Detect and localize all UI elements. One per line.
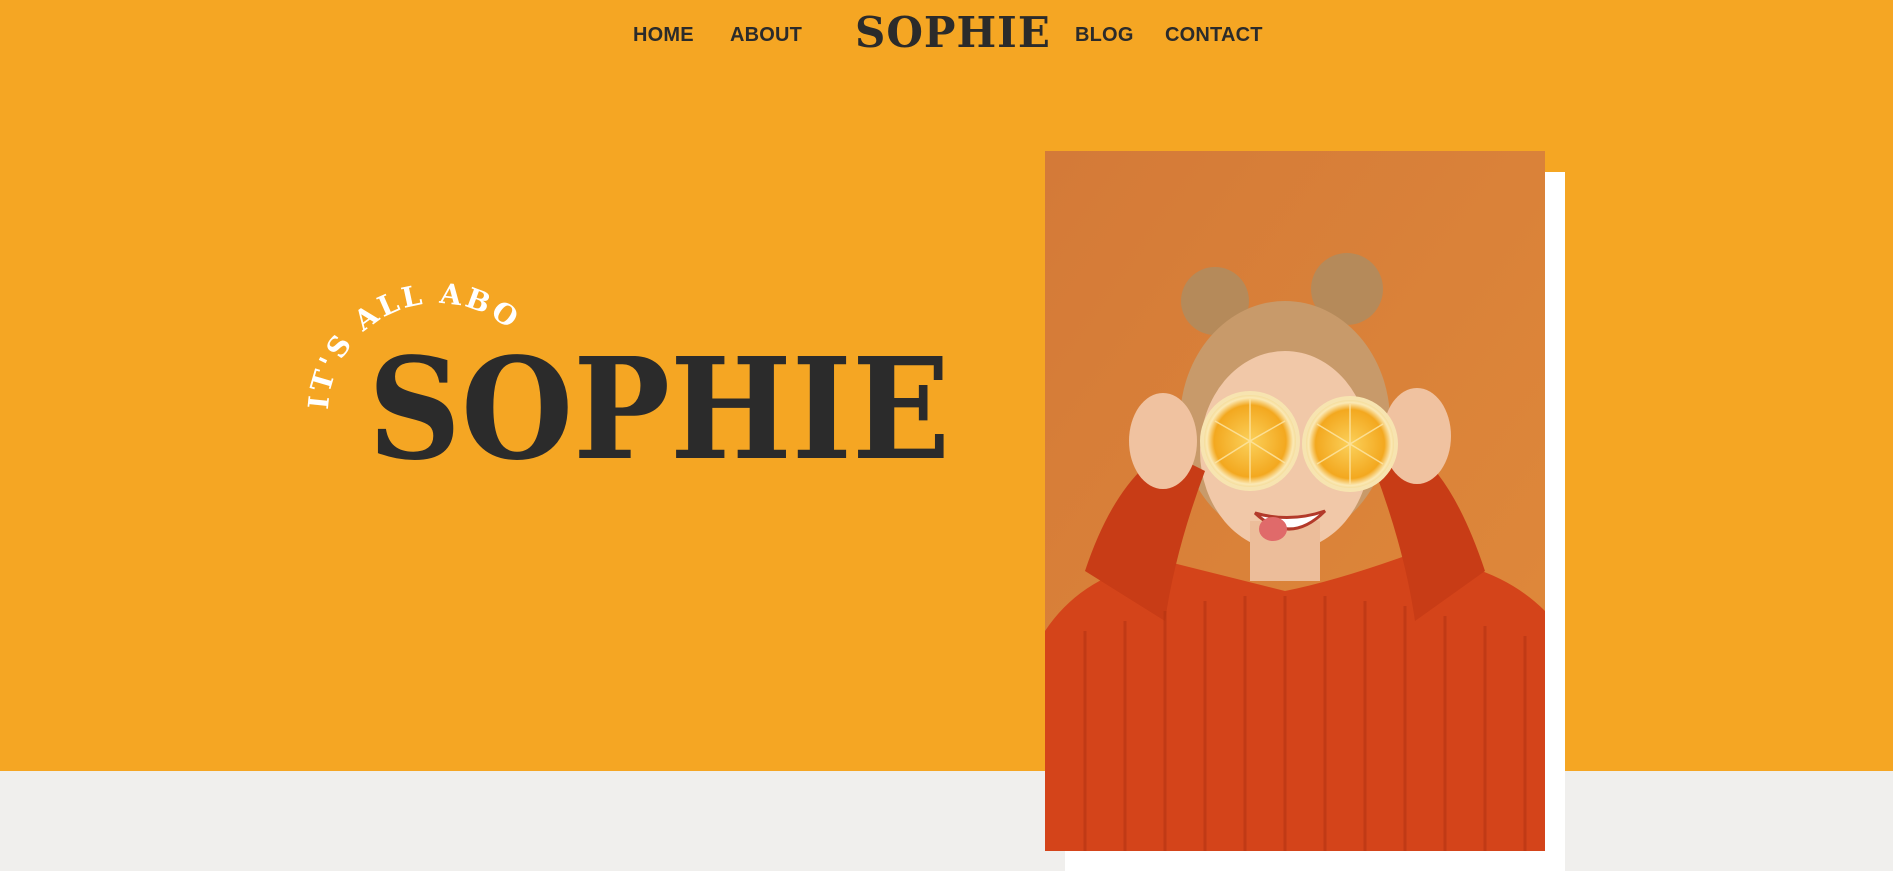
hero-title: SOPHIE bbox=[368, 328, 951, 492]
lower-section-background bbox=[0, 771, 1893, 871]
nav-link-blog[interactable]: BLOG bbox=[1075, 24, 1134, 47]
site-logo[interactable]: SOPHIE bbox=[855, 8, 1051, 57]
nav-link-home[interactable]: HOME bbox=[633, 24, 694, 47]
top-navigation: HOME ABOUT SOPHIE BLOG CONTACT bbox=[0, 0, 1893, 72]
hero-photo-illustration bbox=[1045, 151, 1545, 851]
hero-photo bbox=[1045, 151, 1545, 851]
nav-link-about[interactable]: ABOUT bbox=[730, 24, 802, 47]
nav-link-contact[interactable]: CONTACT bbox=[1165, 24, 1263, 47]
